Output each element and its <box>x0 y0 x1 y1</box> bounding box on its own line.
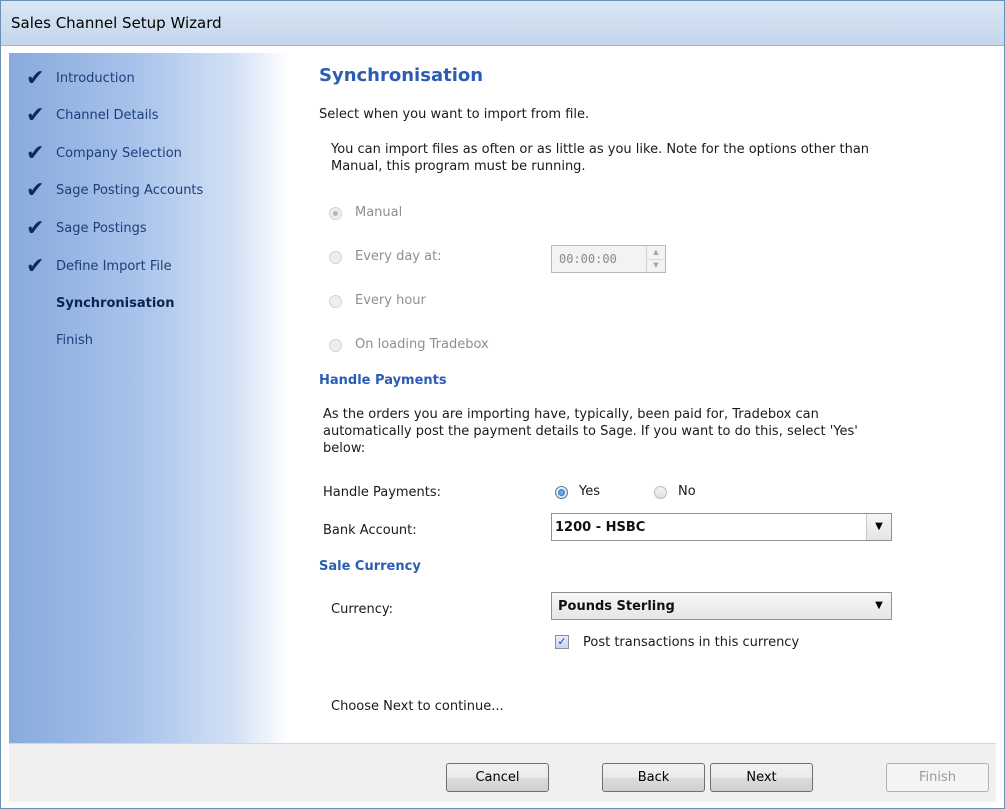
spinner-buttons: ▲ ▼ <box>646 246 665 272</box>
time-spinner[interactable]: 00:00:00 ▲ ▼ <box>551 245 666 273</box>
payments-desc-line3: below: <box>323 441 366 456</box>
currency-select[interactable]: Pounds Sterling ▼ <box>551 592 892 620</box>
checkmark-icon: ✔ <box>26 103 45 128</box>
wizard-window: Sales Channel Setup Wizard ✔ Introductio… <box>0 0 1005 809</box>
step-introduction: Introduction <box>56 71 135 86</box>
payments-no-label: No <box>678 484 696 499</box>
every-day-radio[interactable] <box>329 251 342 264</box>
step-sage-postings: Sage Postings <box>56 221 147 236</box>
cancel-button[interactable]: Cancel <box>446 763 549 792</box>
on-loading-radio[interactable] <box>329 339 342 352</box>
spin-up-icon[interactable]: ▲ <box>647 246 665 260</box>
title-bar: Sales Channel Setup Wizard <box>1 1 1004 46</box>
handle-payments-heading: Handle Payments <box>319 373 447 388</box>
subheading: Select when you want to import from file… <box>319 107 590 122</box>
manual-radio[interactable] <box>329 207 342 220</box>
step-define-import-file: Define Import File <box>56 259 172 274</box>
page-title: Synchronisation <box>319 65 484 86</box>
on-loading-label: On loading Tradebox <box>355 337 489 352</box>
chevron-down-icon[interactable]: ▼ <box>867 593 891 619</box>
bank-account-value: 1200 - HSBC <box>555 520 646 535</box>
chevron-down-icon[interactable]: ▼ <box>866 514 891 540</box>
time-value: 00:00:00 <box>559 252 617 266</box>
button-bar: Cancel Back Next Finish <box>9 743 996 802</box>
step-sage-posting-accounts: Sage Posting Accounts <box>56 183 204 198</box>
info-text-line1: You can import files as often or as litt… <box>331 142 870 157</box>
spin-down-icon[interactable]: ▼ <box>647 259 665 272</box>
checkmark-icon: ✓ <box>557 635 567 648</box>
currency-value: Pounds Sterling <box>558 599 675 614</box>
payments-no-radio[interactable] <box>654 486 667 499</box>
every-day-label: Every day at: <box>355 249 442 264</box>
every-hour-label: Every hour <box>355 293 426 308</box>
checkmark-icon: ✔ <box>26 66 45 91</box>
wizard-steps-sidebar: ✔ Introduction ✔ Channel Details ✔ Compa… <box>9 53 289 743</box>
post-transactions-label: Post transactions in this currency <box>583 635 800 650</box>
handle-payments-label: Handle Payments: <box>323 485 442 500</box>
payments-desc-line2: automatically post the payment details t… <box>323 424 858 439</box>
every-hour-radio[interactable] <box>329 295 342 308</box>
step-finish: Finish <box>56 333 94 348</box>
checkmark-icon: ✔ <box>26 178 45 203</box>
step-company-selection: Company Selection <box>56 146 182 161</box>
sale-currency-heading: Sale Currency <box>319 559 421 574</box>
post-transactions-checkbox[interactable]: ✓ <box>555 635 569 649</box>
payments-yes-label: Yes <box>579 484 600 499</box>
window-title: Sales Channel Setup Wizard <box>11 14 222 32</box>
back-button[interactable]: Back <box>602 763 705 792</box>
next-hint: Choose Next to continue... <box>331 699 504 714</box>
info-text-line2: Manual, this program must be running. <box>331 159 586 174</box>
payments-desc-line1: As the orders you are importing have, ty… <box>323 407 819 422</box>
step-channel-details: Channel Details <box>56 108 159 123</box>
step-synchronisation: Synchronisation <box>56 296 175 311</box>
checkmark-icon: ✔ <box>26 141 45 166</box>
checkmark-icon: ✔ <box>26 216 45 241</box>
next-button[interactable]: Next <box>710 763 813 792</box>
finish-button[interactable]: Finish <box>886 763 989 792</box>
manual-label: Manual <box>355 205 403 220</box>
currency-label: Currency: <box>331 602 394 617</box>
main-panel: Synchronisation Select when you want to … <box>309 53 999 743</box>
bank-account-label: Bank Account: <box>323 523 417 538</box>
payments-yes-radio[interactable] <box>555 486 568 499</box>
checkmark-icon: ✔ <box>26 254 45 279</box>
bank-account-select[interactable]: 1200 - HSBC ▼ <box>551 513 892 541</box>
